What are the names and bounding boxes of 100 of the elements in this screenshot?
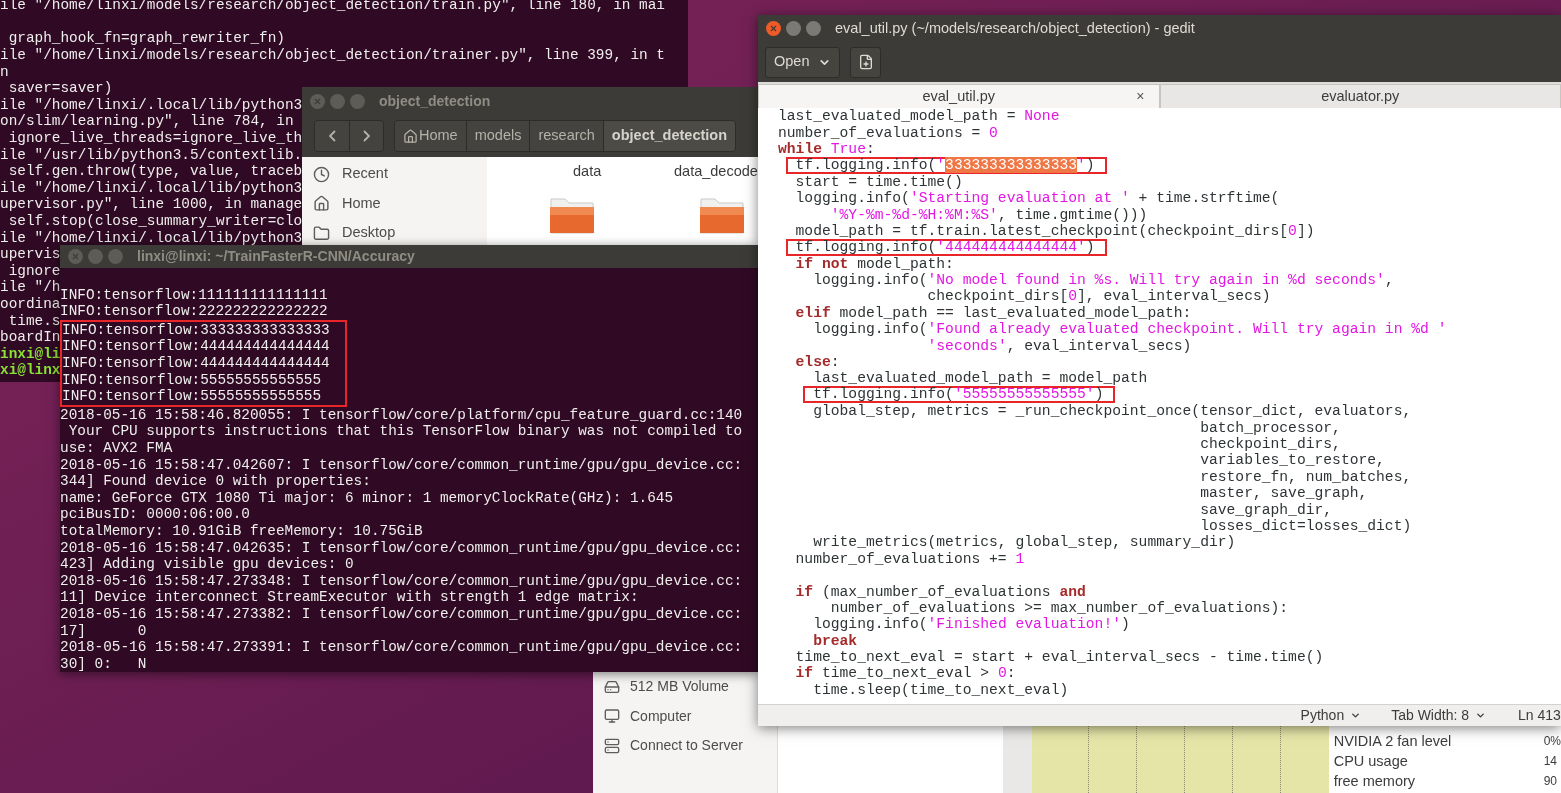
code-line: logging.info('Found already evaluated checkpoint. Will try again in %d ' — [813, 321, 1447, 338]
tab-width-selector[interactable]: Tab Width: 8 — [1391, 705, 1486, 726]
terminal-line: 2018-05-16 15:58:47.273382: I tensorflow/core/common_runtime/gpu/gpu_device.cc: — [60, 605, 743, 622]
home-icon — [313, 195, 330, 212]
code-line: logging.info('No model found in %s. Will try again in %d seconds', — [813, 272, 1394, 289]
maximize-button[interactable] — [350, 93, 365, 109]
window-title: linxi@linxi: ~/TrainFasterR-CNN/Accuracy — [137, 247, 415, 267]
terminal-line: 2018-05-16 15:58:47.273348: I tensorflow/core/common_runtime/gpu/gpu_device.cc: — [60, 572, 743, 589]
sidebar-item[interactable]: Computer — [593, 701, 757, 731]
new-document-icon — [858, 54, 874, 70]
close-button[interactable] — [310, 93, 325, 109]
close-icon — [313, 96, 322, 106]
maximize-button[interactable] — [108, 249, 123, 265]
open-button[interactable]: Open — [765, 46, 841, 78]
terminal-line: 2018-05-16 15:58:46.820055: I tensorflow/core/platform/cpu_feature_guard.cc:140 — [60, 406, 743, 423]
terminal-line: use: AVX2 FMA — [60, 440, 173, 456]
clock-icon — [313, 165, 330, 183]
minimize-button[interactable] — [786, 21, 801, 36]
code-line: if not model_path: — [795, 255, 954, 272]
terminal-line: n — [0, 64, 9, 79]
sidebar-item[interactable]: Connect to Server — [593, 731, 757, 761]
sensor-value: 14 — [1543, 752, 1557, 770]
code-line: losses_dict=losses_dict) — [1200, 517, 1412, 534]
terminal-line: ile "/h — [0, 280, 61, 295]
close-button[interactable] — [68, 249, 83, 265]
terminal-line: graph_hook_fn=graph_rewriter_fn) — [7, 31, 285, 46]
sidebar-item[interactable]: Home — [302, 191, 487, 216]
code-line: elif model_path == last_evaluated_model_path: — [795, 304, 1192, 321]
terminal-line: 2018-05-16 15:58:47.273391: I tensorflow/core/common_runtime/gpu/gpu_device.cc: — [60, 639, 743, 656]
code-line: variables_to_restore, — [1200, 452, 1385, 469]
new-tab-button[interactable] — [850, 46, 882, 78]
code-line: if time_to_next_eval > 0: — [795, 665, 1016, 682]
editor-tab[interactable]: evaluator.py — [1159, 84, 1561, 108]
close-button[interactable] — [766, 21, 781, 36]
code-line: save_graph_dir, — [1200, 501, 1333, 518]
terminal-line: boardIn — [0, 330, 61, 345]
terminal-line: totalMemory: 10.91GiB freeMemory: 10.75GiB — [60, 522, 423, 539]
back-button[interactable] — [315, 121, 349, 151]
sensor-name: CPU usage — [1333, 752, 1409, 770]
sidebar-item[interactable]: Recent — [302, 162, 487, 186]
file-label[interactable]: data — [535, 161, 674, 183]
sensor-value: 0% — [1543, 732, 1561, 750]
code-line: time.sleep(time_to_next_eval) — [813, 681, 1069, 698]
close-icon — [769, 24, 778, 33]
window-title: eval_util.py (~/models/research/object_detection) - gedit — [835, 18, 1195, 38]
terminal-line: INFO:tensorflow:111111111111111 — [60, 286, 328, 303]
code-line: global_step, metrics = _run_checkpoint_once(tensor_dict, evaluators, — [813, 403, 1412, 420]
terminal-line: INFO:tensorflow:55555555555555 — [62, 388, 322, 405]
sidebar-item[interactable]: 512 MB Volume — [593, 672, 757, 702]
minimize-button[interactable] — [330, 93, 345, 109]
maximize-button[interactable] — [806, 21, 821, 36]
caret-icon — [1350, 710, 1362, 721]
monitor-icon — [604, 708, 620, 725]
code-line: time_to_next_eval = start + eval_interval_secs - time.time() — [795, 649, 1324, 666]
window-title: object_detection — [379, 91, 491, 111]
cursor-position: Ln 413 — [1517, 706, 1561, 725]
forward-button[interactable] — [349, 121, 383, 151]
language-selector[interactable]: Python — [1300, 705, 1362, 726]
terminal-line: pciBusID: 0000:06:00.0 — [60, 506, 250, 523]
terminal-line: 2018-05-16 15:58:47.042635: I tensorflow/core/common_runtime/gpu/gpu_device.cc: — [60, 539, 743, 556]
code-line: checkpoint_dirs, — [1200, 436, 1341, 452]
code-line: break — [813, 632, 858, 649]
terminal-line: 11] Device interconnect StreamExecutor with strength 1 edge matrix: — [60, 589, 639, 606]
terminal-line: saver=saver) — [7, 81, 113, 96]
terminal-line: INFO:tensorflow:333333333333333 — [62, 321, 330, 338]
terminal-line: 2018-05-16 15:58:47.042607: I tensorflow/core/common_runtime/gpu/gpu_device.cc: — [60, 456, 743, 473]
terminal-line: ile "/home/linxi/models/research/object_detection/trainer.py", line 399, in t — [0, 48, 665, 63]
editor-tab[interactable]: eval_util.py × — [758, 84, 1160, 108]
server-icon — [604, 737, 620, 754]
breadcrumb-button[interactable]: research — [529, 121, 603, 151]
breadcrumb-button[interactable]: object_detection — [602, 121, 736, 151]
code-line: number_of_evaluations = 0 — [778, 124, 998, 141]
tab-close-button[interactable]: × — [1136, 86, 1145, 107]
terminal-line: INFO:tensorflow:222222222222222 — [60, 303, 328, 320]
terminal-line: oordina — [0, 297, 61, 311]
terminal-line: time.s — [7, 313, 61, 328]
code-line: restore_fn, num_batches, — [1200, 468, 1412, 485]
breadcrumb-button[interactable]: Home — [395, 121, 466, 151]
code-line: '%Y-%m-%d-%H:%M:%S', time.gmtime())) — [830, 206, 1148, 223]
terminal-line: 30] 0: N — [60, 655, 147, 672]
sidebar-item[interactable]: Desktop — [302, 221, 487, 245]
terminal-line: ignore_live_threads=ignore_live_th — [7, 131, 303, 146]
terminal-line: ile "/home/linxi/.local/lib/python3 — [0, 97, 303, 112]
home-icon — [403, 128, 418, 144]
terminal-line: ile "/home/linxi/.local/lib/python3 — [0, 230, 303, 245]
code-line: batch_processor, — [1200, 419, 1341, 436]
code-line: number_of_evaluations >= max_number_of_evaluations): — [830, 599, 1289, 616]
terminal-line: ile "/home/linxi/.local/lib/python3 — [0, 180, 303, 195]
code-line: master, save_graph, — [1200, 485, 1368, 502]
terminal-line: Your CPU supports instructions that this TensorFlow binary was not compiled to — [67, 423, 743, 440]
drive-icon — [604, 678, 620, 695]
shell-prompt: xi@linx — [0, 363, 61, 378]
minimize-button[interactable] — [88, 249, 103, 265]
code-line: logging.info('Starting evaluation at ' + time.strftime( — [795, 190, 1280, 207]
breadcrumb-button[interactable]: models — [465, 121, 530, 151]
file-label[interactable]: data_decode — [674, 161, 758, 183]
caret-icon — [1475, 710, 1486, 721]
chevron-left-icon — [328, 130, 336, 142]
terminal-line: 17] 0 — [60, 622, 147, 639]
code-line: 'seconds', eval_interval_secs) — [927, 337, 1192, 354]
